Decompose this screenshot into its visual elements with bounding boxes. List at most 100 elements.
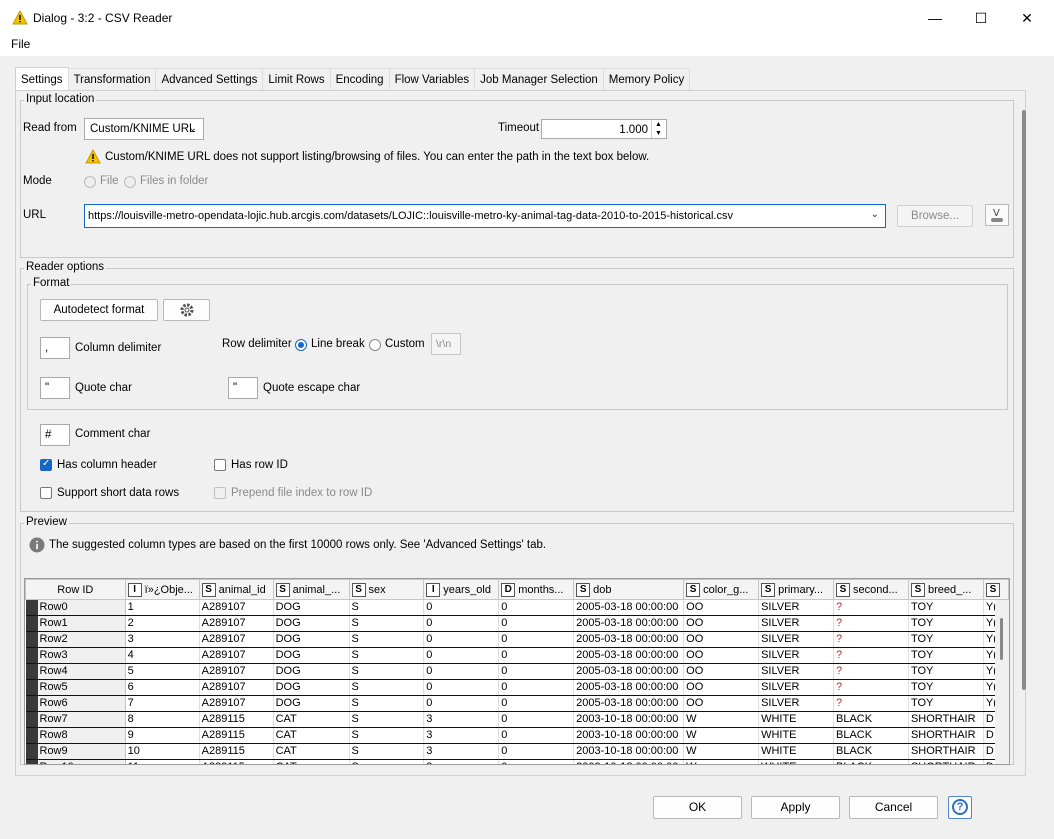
tab-advanced-settings[interactable]: Advanced Settings <box>155 68 264 90</box>
table-cell: A289107 <box>199 695 274 712</box>
table-cell: TOY <box>908 615 984 632</box>
row-id-cell: Row6 <box>25 695 126 712</box>
table-cell: 2005-03-18 00:00:00 <box>573 679 685 696</box>
tab-job-manager-selection[interactable]: Job Manager Selection <box>474 68 604 90</box>
table-cell: TOY <box>908 663 984 680</box>
table-cell: A289107 <box>199 615 274 632</box>
table-cell: 2003-10-18 00:00:00 <box>573 727 685 744</box>
column-header[interactable]: Ssex <box>348 579 425 600</box>
tab-limit-rows[interactable]: Limit Rows <box>262 68 331 90</box>
row-id-text: Row9 <box>39 745 68 757</box>
url-input[interactable]: https://louisville-metro-opendata-lojic.… <box>84 204 886 228</box>
table-cell: OO <box>683 663 760 680</box>
custom-delimiter-field[interactable]: \r\n <box>431 333 461 355</box>
mode-file-radio[interactable] <box>84 176 96 188</box>
tab-flow-variables[interactable]: Flow Variables <box>388 68 476 90</box>
column-header-row-id[interactable]: Row ID <box>25 579 126 600</box>
read-from-label: Read from <box>23 122 77 134</box>
column-header[interactable]: Scolor_g... <box>683 579 760 600</box>
table-row[interactable]: Row4 5 A289107 DOG S 0 0 2005-03-18 00:00:00 OO S… <box>25 663 1009 680</box>
column-header[interactable]: Iï»¿Obje... <box>124 579 200 600</box>
table-cell: WHITE <box>758 711 835 728</box>
apply-button[interactable]: Apply <box>751 796 840 819</box>
table-row[interactable]: Row9 10 A289115 CAT S 3 0 2003-10-18 00:00:00 W W… <box>25 743 1009 760</box>
table-row[interactable]: Row7 8 A289115 CAT S 3 0 2003-10-18 00:00:00 W WH… <box>25 711 1009 728</box>
table-row[interactable]: Row6 7 A289107 DOG S 0 0 2005-03-18 00:00:00 OO S… <box>25 695 1009 712</box>
table-cell: SILVER <box>758 647 835 664</box>
column-header[interactable]: Sanimal_id <box>198 579 274 600</box>
menu-file[interactable]: File <box>11 37 30 51</box>
minimize-button[interactable]: — <box>912 0 958 36</box>
column-header-label: second... <box>853 583 898 596</box>
support-short-rows-checkbox[interactable] <box>40 487 52 499</box>
table-cell: CAT <box>273 759 350 764</box>
column-header[interactable]: Ssecond... <box>833 579 909 600</box>
table-row[interactable]: Row5 6 A289107 DOG S 0 0 2005-03-18 00:00:00 OO S… <box>25 679 1009 696</box>
column-header[interactable]: Iyears_old <box>423 579 500 600</box>
column-header[interactable]: Dmonths... <box>498 579 575 600</box>
spinner-down-icon[interactable]: ▼ <box>651 129 665 138</box>
autodetect-settings-button[interactable] <box>163 299 210 321</box>
tab-memory-policy[interactable]: Memory Policy <box>602 68 691 90</box>
table-cell: S <box>349 727 425 744</box>
maximize-button[interactable]: ☐ <box>958 0 1004 36</box>
page-scrollbar-thumb[interactable] <box>1022 110 1026 690</box>
autodetect-format-button[interactable]: Autodetect format <box>40 299 158 321</box>
column-header[interactable]: S <box>982 579 1009 600</box>
tab-encoding[interactable]: Encoding <box>329 68 390 90</box>
table-row[interactable]: Row1 2 A289107 DOG S 0 0 2005-03-18 00:00:00 OO S… <box>25 615 1009 632</box>
table-row[interactable]: Row0 1 A289107 DOG S 0 0 2005-03-18 00:00:00 OO S… <box>25 599 1009 616</box>
table-cell: TOY <box>908 679 984 696</box>
cancel-button[interactable]: Cancel <box>849 796 938 819</box>
row-marker <box>25 744 38 759</box>
table-cell: 1 <box>125 599 200 616</box>
table-row[interactable]: Row2 3 A289107 DOG S 0 0 2005-03-18 00:00:00 OO S… <box>25 631 1009 648</box>
read-from-value: Custom/KNIME URL <box>90 123 196 135</box>
line-break-radio[interactable] <box>295 339 307 351</box>
table-row[interactable]: Row8 9 A289115 CAT S 3 0 2003-10-18 00:00:00 W WH… <box>25 727 1009 744</box>
tab-transformation[interactable]: Transformation <box>67 68 157 90</box>
quote-escape-field[interactable]: " <box>228 377 258 399</box>
read-from-combo[interactable]: Custom/KNIME URL ⌄ <box>84 118 204 140</box>
has-column-header-checkbox[interactable] <box>40 458 52 471</box>
custom-radio[interactable] <box>369 339 381 351</box>
comment-char-field[interactable]: # <box>40 424 70 446</box>
column-delimiter-field[interactable]: , <box>40 337 70 359</box>
mode-folder-label: Files in folder <box>140 175 209 187</box>
table-cell: 3 <box>423 727 500 744</box>
column-header[interactable]: Sanimal_... <box>272 579 350 600</box>
column-type-icon: S <box>201 582 216 597</box>
table-cell: SILVER <box>758 615 835 632</box>
mode-folder-radio[interactable] <box>124 176 136 188</box>
row-delimiter-label: Row delimiter <box>222 338 292 350</box>
flow-variable-button[interactable]: V <box>985 204 1009 226</box>
help-button[interactable]: ? <box>948 796 972 819</box>
table-cell: OO <box>683 695 760 712</box>
column-header[interactable]: Sbreed_... <box>907 579 984 600</box>
quote-char-field[interactable]: " <box>40 377 70 399</box>
preview-vertical-scrollbar[interactable] <box>995 600 1009 764</box>
preview-info-text: The suggested column types are based on … <box>49 539 547 551</box>
column-type-icon: I <box>426 582 441 597</box>
table-cell: S <box>349 679 425 696</box>
preview-table-container[interactable]: Row ID Iï»¿Obje... Sanimal_id Sanimal_... Ss… <box>24 578 1010 765</box>
scrollbar-thumb[interactable] <box>1000 618 1003 660</box>
timeout-field[interactable]: 1.000 <box>541 119 667 139</box>
warning-icon <box>85 149 101 164</box>
tab-settings[interactable]: Settings <box>15 67 69 90</box>
table-row[interactable]: Row1011A289115CATS302003-10-18 00:00:00W… <box>25 759 1009 764</box>
column-header[interactable]: Sprimary... <box>758 579 835 600</box>
prepend-file-index-checkbox[interactable] <box>214 487 226 499</box>
table-cell: 2005-03-18 00:00:00 <box>573 615 685 632</box>
close-button[interactable]: ✕ <box>1004 0 1050 36</box>
ok-button[interactable]: OK <box>653 796 742 819</box>
preview-body: Row0 1 A289107 DOG S 0 0 2005-03-18 00:00:00 OO S… <box>25 599 1009 764</box>
browse-button[interactable]: Browse... <box>897 205 973 227</box>
table-cell: 0 <box>498 599 575 616</box>
table-cell: TOY <box>908 647 984 664</box>
column-header[interactable]: Sdob <box>573 579 685 600</box>
spinner-up-icon[interactable]: ▲ <box>651 120 665 129</box>
format-label: Format <box>31 277 72 289</box>
has-row-id-checkbox[interactable] <box>214 459 226 471</box>
table-row[interactable]: Row3 4 A289107 DOG S 0 0 2005-03-18 00:00:00 OO S… <box>25 647 1009 664</box>
